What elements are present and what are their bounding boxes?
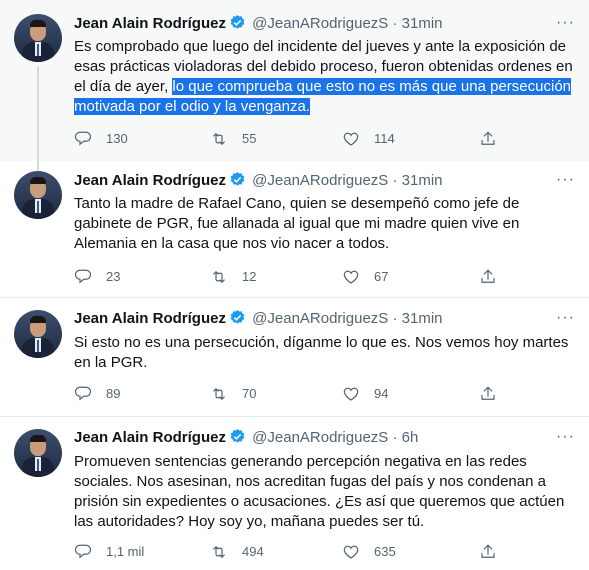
more-icon[interactable]: ···	[556, 428, 575, 446]
separator-dot: ·	[392, 172, 398, 189]
avatar[interactable]	[14, 14, 62, 62]
retweet-count: 494	[242, 544, 264, 559]
tweet-2[interactable]: Jean Alain Rodríguez @JeanARodriguezS · …	[0, 161, 589, 297]
reply-icon	[74, 131, 92, 145]
verified-badge-icon	[229, 428, 246, 451]
retweet-count: 55	[242, 131, 257, 146]
tweet-1[interactable]: Jean Alain Rodríguez @JeanARodriguezS · …	[0, 0, 589, 161]
more-icon[interactable]: ···	[556, 309, 575, 327]
reply-count: 130	[106, 131, 128, 146]
share-button[interactable]	[479, 384, 511, 404]
author-name[interactable]: Jean Alain Rodríguez	[74, 172, 226, 189]
separator-dot: ·	[392, 310, 398, 327]
author-name[interactable]: Jean Alain Rodríguez	[74, 429, 226, 446]
tweet-actions: 89 70 94	[74, 384, 514, 404]
like-count: 114	[374, 131, 395, 146]
retweet-button[interactable]: 70	[210, 384, 256, 404]
verified-badge-icon	[229, 14, 246, 37]
share-icon	[481, 131, 495, 145]
separator-dot: ·	[392, 15, 398, 32]
reply-count: 89	[106, 386, 121, 401]
tweet-actions: 130 55 114	[74, 129, 514, 149]
tweet-3[interactable]: Jean Alain Rodríguez @JeanARodriguezS · …	[0, 298, 589, 416]
verified-badge-icon	[229, 309, 246, 332]
tweet-header: Jean Alain Rodríguez @JeanARodriguezS · …	[74, 171, 443, 194]
more-icon[interactable]: ···	[556, 14, 575, 32]
share-button[interactable]	[479, 129, 511, 149]
author-handle[interactable]: @JeanARodriguezS	[252, 172, 388, 189]
like-count: 67	[374, 269, 389, 284]
heart-icon	[343, 132, 359, 146]
thread-line	[37, 161, 39, 171]
retweet-icon	[213, 271, 225, 283]
like-count: 635	[374, 544, 396, 559]
author-handle[interactable]: @JeanARodriguezS	[252, 15, 388, 32]
share-button[interactable]	[479, 267, 511, 287]
reply-icon	[74, 269, 92, 283]
heart-icon	[343, 387, 359, 401]
retweet-icon	[213, 388, 225, 400]
like-count: 94	[374, 386, 389, 401]
retweet-button[interactable]: 55	[210, 129, 256, 149]
timestamp[interactable]: 6h	[402, 429, 419, 446]
timestamp[interactable]: 31min	[402, 310, 443, 327]
like-button[interactable]: 94	[342, 384, 388, 404]
avatar[interactable]	[14, 429, 62, 477]
author-name[interactable]: Jean Alain Rodríguez	[74, 15, 226, 32]
tweet-text: Promueven sentencias generando percepció…	[74, 453, 565, 530]
heart-icon	[343, 270, 359, 284]
timestamp[interactable]: 31min	[402, 15, 443, 32]
reply-icon	[74, 544, 92, 558]
retweet-count: 70	[242, 386, 257, 401]
tweet-header: Jean Alain Rodríguez @JeanARodriguezS · …	[74, 428, 418, 451]
share-icon	[481, 544, 495, 558]
retweet-icon	[213, 133, 225, 145]
tweet-text: Si esto no es una persecución, díganme l…	[74, 334, 569, 371]
like-button[interactable]: 114	[342, 129, 395, 149]
reply-icon	[74, 386, 92, 400]
more-icon[interactable]: ···	[556, 171, 575, 189]
like-button[interactable]: 635	[342, 542, 396, 562]
tweet-header: Jean Alain Rodríguez @JeanARodriguezS · …	[74, 14, 443, 37]
tweet-text: Tanto la madre de Rafael Cano, quien se …	[74, 195, 520, 252]
tweet-text: Es comprobado que luego del incidente de…	[74, 37, 574, 117]
author-handle[interactable]: @JeanARodriguezS	[252, 310, 388, 327]
reply-button[interactable]: 1,1 mil	[74, 542, 144, 562]
reply-button[interactable]: 89	[74, 384, 120, 404]
reply-button[interactable]: 130	[74, 129, 128, 149]
tweet-4[interactable]: Jean Alain Rodríguez @JeanARodriguezS · …	[0, 417, 589, 570]
retweet-icon	[213, 546, 225, 558]
retweet-button[interactable]: 12	[210, 267, 256, 287]
share-button[interactable]	[479, 542, 511, 562]
tweet-actions: 1,1 mil 494 635	[74, 542, 514, 562]
reply-count: 23	[106, 269, 121, 284]
reply-button[interactable]: 23	[74, 267, 120, 287]
heart-icon	[343, 545, 359, 559]
share-icon	[481, 269, 495, 283]
timestamp[interactable]: 31min	[402, 172, 443, 189]
like-button[interactable]: 67	[342, 267, 388, 287]
retweet-count: 12	[242, 269, 257, 284]
retweet-button[interactable]: 494	[210, 542, 264, 562]
tweet-actions: 23 12 67	[74, 267, 514, 287]
reply-count: 1,1 mil	[106, 544, 145, 559]
tweet-header: Jean Alain Rodríguez @JeanARodriguezS · …	[74, 309, 443, 332]
separator-dot: ·	[392, 429, 398, 446]
share-icon	[481, 386, 495, 400]
avatar[interactable]	[14, 171, 62, 219]
verified-badge-icon	[229, 171, 246, 194]
thread-line	[37, 66, 39, 161]
avatar[interactable]	[14, 310, 62, 358]
author-name[interactable]: Jean Alain Rodríguez	[74, 310, 226, 327]
author-handle[interactable]: @JeanARodriguezS	[252, 429, 388, 446]
